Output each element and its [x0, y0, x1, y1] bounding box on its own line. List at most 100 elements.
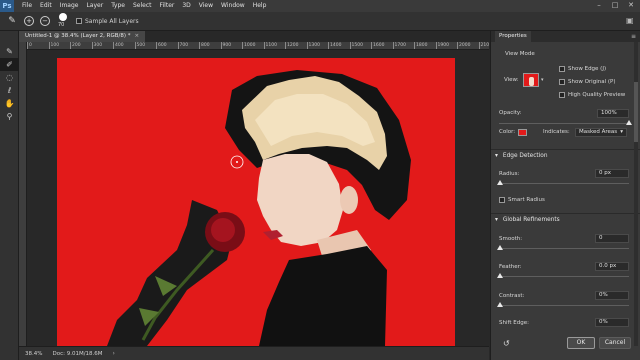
ruler-tick-label: 1400 [328, 42, 342, 49]
photoshop-logo: Ps [0, 0, 14, 12]
edge-detection-header[interactable]: ▾ Edge Detection [495, 153, 548, 159]
reset-icon[interactable]: ↺ [503, 339, 510, 348]
ear [340, 186, 358, 214]
subtract-from-selection-icon[interactable]: − [40, 16, 50, 26]
smooth-slider-track[interactable] [499, 248, 629, 249]
canvas-image[interactable] [27, 50, 489, 346]
rose-bloom-inner [211, 218, 235, 242]
radius-field[interactable]: 0 px [595, 169, 629, 178]
show-edge-checkbox[interactable] [559, 66, 565, 72]
status-bar: 38.4% Doc: 9.01M/18.6M › [19, 346, 489, 360]
minimize-button[interactable]: – [592, 1, 606, 10]
shift-edge-label: Shift Edge: [499, 320, 529, 326]
tab-properties[interactable]: Properties [495, 31, 531, 42]
brush-size-value: 70 [58, 22, 65, 28]
feather-slider-thumb[interactable] [497, 273, 503, 278]
menu-view[interactable]: View [195, 0, 217, 12]
document-tab[interactable]: Untitled-1 @ 38.4% (Layer 2, RGB/8) * × [19, 31, 145, 42]
ruler-tick-label: 2100 [478, 42, 489, 49]
close-document-icon[interactable]: × [135, 33, 140, 39]
horizontal-ruler[interactable]: 0 100 200 300 400 500 600 700 800 900 1000 1100 1200… [27, 42, 489, 50]
zoom-icon[interactable]: ⚲ [0, 110, 19, 123]
panel-collapse-icon[interactable]: ▣ [626, 16, 636, 26]
high-quality-preview-checkbox[interactable] [559, 92, 565, 98]
brush-size-picker[interactable]: 70 [56, 13, 70, 29]
feather-slider-track[interactable] [499, 276, 629, 277]
maximize-button[interactable]: □ [608, 1, 622, 10]
brush-cursor-center [236, 161, 238, 163]
canvas-area[interactable] [27, 50, 489, 346]
status-menu-arrow-icon[interactable]: › [113, 350, 115, 357]
quick-selection-icon[interactable]: ◌ [0, 71, 19, 84]
zoom-level[interactable]: 38.4% [25, 351, 42, 357]
color-label: Color: [499, 129, 516, 135]
indicates-dropdown[interactable]: Masked Areas ▾ [575, 128, 627, 137]
menu-image[interactable]: Image [56, 0, 83, 12]
radius-slider-track[interactable] [499, 183, 629, 184]
ruler-tick-label: 1200 [285, 42, 299, 49]
properties-scrollbar-thumb[interactable] [634, 82, 638, 142]
opacity-slider-thumb[interactable] [626, 120, 632, 125]
menu-3d[interactable]: 3D [178, 0, 194, 12]
menu-filter[interactable]: Filter [156, 0, 179, 12]
ruler-tick-label: 1800 [414, 42, 428, 49]
ruler-tick-label: 0 [27, 42, 32, 49]
brush-icon[interactable]: ✎ [0, 45, 19, 58]
chevron-down-icon: ▾ [620, 129, 623, 135]
sample-all-layers-checkbox[interactable] [76, 18, 82, 24]
brush-tip-icon [59, 13, 67, 21]
view-mode-thumbnail[interactable] [523, 73, 539, 87]
contrast-field[interactable]: 0% [595, 291, 629, 300]
shift-edge-field[interactable]: 0% [595, 318, 629, 327]
collapse-arrow-icon: ▾ [495, 153, 498, 159]
show-edge-option[interactable]: Show Edge (J) [559, 66, 606, 72]
close-window-button[interactable]: ✕ [624, 1, 638, 10]
menu-bar: Ps File Edit Image Layer Type Select Fil… [0, 0, 640, 12]
document-tab-title: Untitled-1 @ 38.4% (Layer 2, RGB/8) * [25, 33, 131, 39]
vertical-ruler[interactable] [19, 42, 27, 346]
ok-button[interactable]: OK [567, 337, 595, 349]
ruler-tick-label: 900 [220, 42, 232, 49]
menu-file[interactable]: File [18, 0, 36, 12]
feather-field[interactable]: 0.0 px [595, 262, 629, 271]
ruler-tick-label: 800 [199, 42, 210, 49]
ruler-tick-label: 100 [48, 42, 60, 49]
refine-radius-icon[interactable]: ✐ [0, 58, 19, 71]
ruler-tick-label: 400 [113, 42, 124, 49]
view-dropdown-icon[interactable]: ▾ [541, 77, 544, 83]
panel-menu-icon[interactable]: ≡ [631, 33, 636, 40]
cancel-button[interactable]: Cancel [599, 337, 631, 349]
smart-radius-option[interactable]: Smart Radius [499, 197, 545, 203]
properties-panel: Properties ≡ View Mode View: ▾ Show Edge… [490, 31, 640, 360]
options-bar: ✎ + − 70 Sample All Layers ▣ [0, 12, 640, 31]
contrast-slider-thumb[interactable] [497, 302, 503, 307]
menu-layer[interactable]: Layer [82, 0, 107, 12]
ruler-tick-label: 2000 [457, 42, 471, 49]
hand-icon[interactable]: ✋ [0, 97, 19, 110]
contrast-slider-track[interactable] [499, 305, 629, 306]
smooth-slider-thumb[interactable] [497, 245, 503, 250]
show-original-option[interactable]: Show Original (P) [559, 79, 615, 85]
menu-edit[interactable]: Edit [36, 0, 56, 12]
add-to-selection-icon[interactable]: + [24, 16, 34, 26]
high-quality-preview-option[interactable]: High Quality Preview [559, 92, 625, 98]
show-original-checkbox[interactable] [559, 79, 565, 85]
overlay-color-swatch[interactable] [518, 129, 527, 136]
menu-help[interactable]: Help [249, 0, 271, 12]
radius-slider-thumb[interactable] [497, 180, 503, 185]
view-label: View: [504, 77, 519, 83]
menu-window[interactable]: Window [217, 0, 249, 12]
smart-radius-checkbox[interactable] [499, 197, 505, 203]
opacity-field[interactable]: 100% [597, 109, 629, 118]
global-refinements-label: Global Refinements [502, 217, 560, 223]
smooth-field[interactable]: 0 [595, 234, 629, 243]
menu-select[interactable]: Select [129, 0, 156, 12]
properties-scrollbar[interactable] [634, 42, 638, 346]
brush-tool-icon[interactable]: ✎ [6, 15, 18, 27]
lasso-icon[interactable]: ℓ [0, 84, 19, 97]
sample-all-layers-option[interactable]: Sample All Layers [76, 18, 139, 25]
opacity-slider-track[interactable] [499, 123, 629, 124]
global-refinements-header[interactable]: ▾ Global Refinements [495, 217, 560, 223]
show-original-label: Show Original (P) [568, 79, 616, 85]
menu-type[interactable]: Type [107, 0, 129, 12]
